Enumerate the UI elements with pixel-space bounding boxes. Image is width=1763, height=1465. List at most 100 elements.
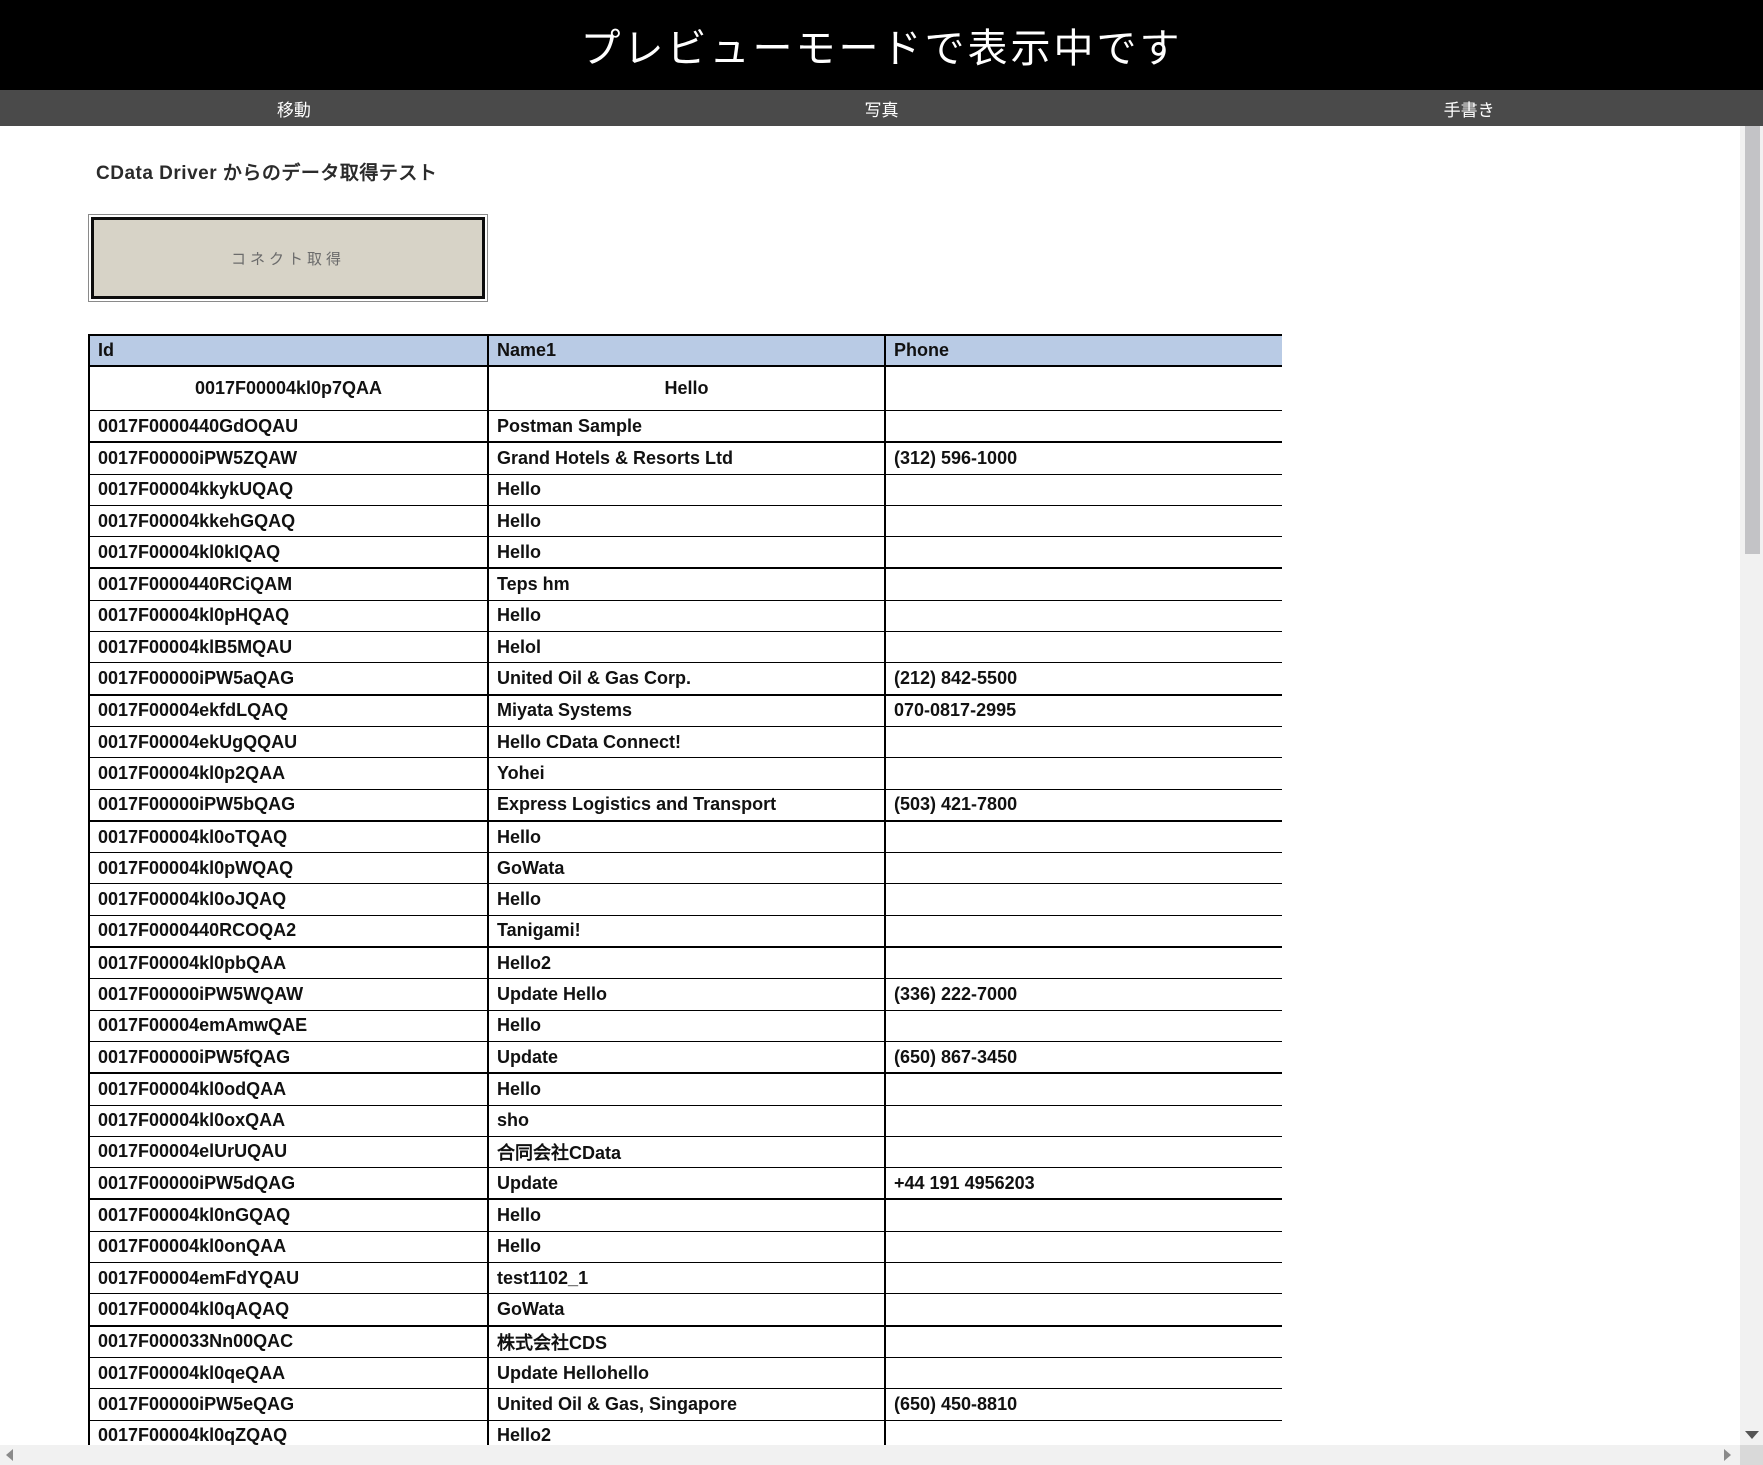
cell-name1: Hello CData Connect! xyxy=(488,726,885,757)
table-row: 0017F00004kl0odQAAHello xyxy=(89,1073,1282,1105)
cell-name1: Update xyxy=(488,1041,885,1073)
table-row: 0017F0000440RCiQAMTeps hm xyxy=(89,568,1282,600)
cell-name1: Hello xyxy=(488,1199,885,1231)
cell-phone xyxy=(885,1010,1282,1041)
table-row: 0017F00004kl0qZQAQHello2 xyxy=(89,1420,1282,1445)
cell-name1: Update xyxy=(488,1168,885,1200)
scroll-right-arrow-icon[interactable] xyxy=(1724,1449,1731,1461)
cell-id: 0017F00004ekfdLQAQ xyxy=(89,695,488,727)
cell-id: 0017F000033Nn00QAC xyxy=(89,1326,488,1358)
cell-id: 0017F00004kl0kIQAQ xyxy=(89,537,488,569)
column-header-phone: Phone xyxy=(885,335,1282,366)
table-row: 0017F00004kl0oxQAAsho xyxy=(89,1105,1282,1136)
cell-name1: Hello xyxy=(488,1073,885,1105)
cell-phone xyxy=(885,1420,1282,1445)
table-row: 0017F00000iPW5aQAGUnited Oil & Gas Corp.… xyxy=(89,663,1282,695)
cell-name1: Hello xyxy=(488,505,885,536)
nav-tab-handwriting[interactable]: 手書き xyxy=(1175,90,1763,126)
cell-id: 0017F00004ekUgQQAU xyxy=(89,726,488,757)
vertical-scrollbar-thumb[interactable] xyxy=(1745,126,1760,554)
cell-id: 0017F00000iPW5ZQAW xyxy=(89,442,488,474)
table-row: 0017F00004kl0nGQAQHello xyxy=(89,1199,1282,1231)
cell-phone xyxy=(885,915,1282,947)
cell-id: 0017F00004emFdYQAU xyxy=(89,1263,488,1294)
cell-phone: 070-0817-2995 xyxy=(885,695,1282,727)
cell-name1: Hello xyxy=(488,821,885,853)
scroll-left-arrow-icon[interactable] xyxy=(6,1449,13,1461)
connect-button[interactable]: コネクト取得 xyxy=(91,217,485,299)
cell-name1: Hello xyxy=(488,600,885,631)
vertical-scrollbar[interactable] xyxy=(1740,126,1763,1445)
table-row: 0017F00004kl0kIQAQHello xyxy=(89,537,1282,569)
cell-name1: 株式会社CDS xyxy=(488,1326,885,1358)
results-table: IdName1Phone 0017F00004kl0p7QAAHello0017… xyxy=(88,334,1282,1445)
horizontal-scrollbar[interactable] xyxy=(0,1445,1763,1465)
cell-id: 0017F0000440RCiQAM xyxy=(89,568,488,600)
cell-name1: Helol xyxy=(488,632,885,663)
connect-button-frame: コネクト取得 xyxy=(88,214,488,302)
table-row: 0017F00004elUrUQAU合同会社CData xyxy=(89,1136,1282,1167)
column-header-id: Id xyxy=(89,335,488,366)
cell-id: 0017F00004kl0oTQAQ xyxy=(89,821,488,853)
scroll-down-arrow-icon[interactable] xyxy=(1745,1431,1759,1439)
table-row: 0017F00000iPW5eQAGUnited Oil & Gas, Sing… xyxy=(89,1389,1282,1420)
cell-name1: Miyata Systems xyxy=(488,695,885,727)
cell-name1: Tanigami! xyxy=(488,915,885,947)
table-row: 0017F00004klB5MQAUHelol xyxy=(89,632,1282,663)
cell-phone xyxy=(885,537,1282,569)
scrollbar-corner xyxy=(1740,1445,1763,1465)
cell-phone xyxy=(885,821,1282,853)
cell-phone: (650) 450-8810 xyxy=(885,1389,1282,1420)
preview-banner-title: プレビューモードで表示中です xyxy=(581,16,1183,74)
table-header-row: IdName1Phone xyxy=(89,335,1282,366)
table-row: 0017F00000iPW5bQAGExpress Logistics and … xyxy=(89,789,1282,821)
cell-name1: Grand Hotels & Resorts Ltd xyxy=(488,442,885,474)
table-row: 0017F00004kl0pHQAQHello xyxy=(89,600,1282,631)
cell-id: 0017F00000iPW5fQAG xyxy=(89,1041,488,1073)
cell-name1: GoWata xyxy=(488,853,885,884)
cell-phone xyxy=(885,1231,1282,1262)
preview-banner: プレビューモードで表示中です xyxy=(0,0,1763,90)
cell-id: 0017F00004kl0oxQAA xyxy=(89,1105,488,1136)
cell-id: 0017F0000440RCOQA2 xyxy=(89,915,488,947)
cell-name1: test1102_1 xyxy=(488,1263,885,1294)
cell-phone: (650) 867-3450 xyxy=(885,1041,1282,1073)
cell-name1: Postman Sample xyxy=(488,411,885,443)
table-row: 0017F00004kl0p7QAAHello xyxy=(89,366,1282,411)
table-row: 0017F00004kl0qeQAAUpdate Hellohello xyxy=(89,1357,1282,1388)
cell-name1: Yohei xyxy=(488,758,885,789)
table-row: 0017F00004kl0oTQAQHello xyxy=(89,821,1282,853)
nav-tab-photo[interactable]: 写真 xyxy=(588,90,1176,126)
cell-phone xyxy=(885,1294,1282,1326)
cell-phone xyxy=(885,853,1282,884)
table-row: 0017F00000iPW5ZQAWGrand Hotels & Resorts… xyxy=(89,442,1282,474)
cell-phone xyxy=(885,1326,1282,1358)
table-row: 0017F00004kl0p2QAAYohei xyxy=(89,758,1282,789)
cell-name1: Hello xyxy=(488,1010,885,1041)
table-row: 0017F00004kl0onQAAHello xyxy=(89,1231,1282,1262)
table-row: 0017F0000440RCOQA2Tanigami! xyxy=(89,915,1282,947)
cell-id: 0017F00000iPW5WQAW xyxy=(89,979,488,1010)
cell-name1: Hello xyxy=(488,537,885,569)
cell-name1: sho xyxy=(488,1105,885,1136)
table-row: 0017F00004kkykUQAQHello xyxy=(89,474,1282,505)
cell-id: 0017F00004kl0nGQAQ xyxy=(89,1199,488,1231)
cell-id: 0017F00000iPW5bQAG xyxy=(89,789,488,821)
table-body: 0017F00004kl0p7QAAHello0017F0000440GdOQA… xyxy=(89,366,1282,1445)
cell-phone xyxy=(885,632,1282,663)
cell-id: 0017F00004kl0pbQAA xyxy=(89,947,488,979)
cell-id: 0017F00004kl0pWQAQ xyxy=(89,853,488,884)
nav-tab-move[interactable]: 移動 xyxy=(0,90,588,126)
cell-name1: United Oil & Gas, Singapore xyxy=(488,1389,885,1420)
table-row: 0017F00004ekfdLQAQMiyata Systems070-0817… xyxy=(89,695,1282,727)
cell-phone xyxy=(885,884,1282,915)
cell-name1: Express Logistics and Transport xyxy=(488,789,885,821)
cell-id: 0017F00004kl0qeQAA xyxy=(89,1357,488,1388)
cell-phone: (312) 596-1000 xyxy=(885,442,1282,474)
column-header-name1: Name1 xyxy=(488,335,885,366)
cell-id: 0017F00004kl0onQAA xyxy=(89,1231,488,1262)
cell-phone xyxy=(885,1136,1282,1167)
table-row: 0017F00004emAmwQAEHello xyxy=(89,1010,1282,1041)
cell-phone xyxy=(885,600,1282,631)
cell-id: 0017F00004elUrUQAU xyxy=(89,1136,488,1167)
